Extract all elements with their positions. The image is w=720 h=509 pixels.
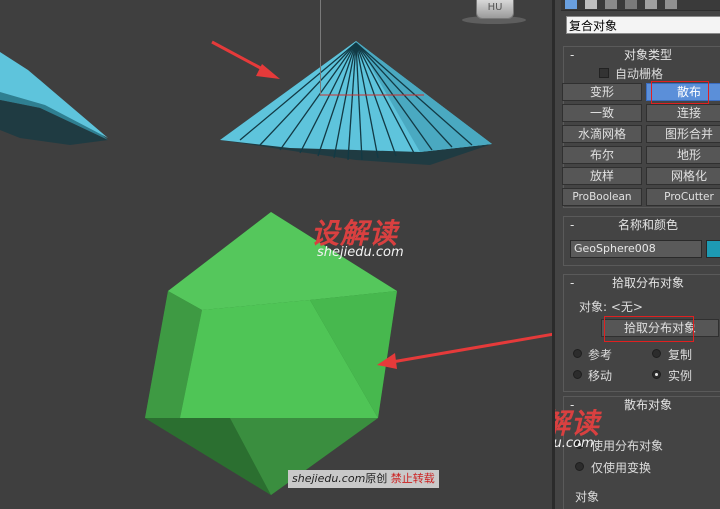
annotation-arrow-top (211, 40, 280, 79)
mesher-button[interactable]: 网格化 (646, 167, 720, 185)
viewport-scene (0, 40, 552, 495)
object-color-swatch[interactable] (706, 240, 720, 258)
modify-tab-icon[interactable] (585, 0, 597, 9)
utilities-tab-icon[interactable] (665, 0, 677, 9)
copyright-site: shejiedu.com (292, 472, 366, 485)
reference-radio[interactable] (573, 349, 582, 358)
transforms-only-label: 仅使用变换 (591, 461, 652, 475)
watermark-url: shejiedu.com (317, 245, 404, 260)
terrain-button[interactable]: 地形 (646, 146, 720, 164)
perspective-viewport[interactable]: HU 设解读 shejiedu.com shejiedu.com原创 禁止转载 (0, 0, 552, 509)
motion-tab-icon[interactable] (625, 0, 637, 9)
move-radio[interactable] (573, 370, 582, 379)
copy-label: 复制 (668, 348, 693, 362)
morph-button[interactable]: 变形 (562, 83, 642, 101)
umbrella-object-left[interactable] (0, 52, 108, 145)
highlight-box-scatter (651, 81, 709, 104)
move-label: 移动 (588, 369, 613, 383)
collapse-icon[interactable]: - (570, 275, 574, 292)
object-type-rollout: - 对象类型 自动栅格 变形 散布 一致 连接 水滴网格 图形合并 布尔 地形 … (562, 46, 720, 208)
command-panel: 复合对象 - 对象类型 自动栅格 变形 散布 一致 连接 水滴网格 图形合并 布… (555, 0, 720, 509)
loft-button[interactable]: 放样 (562, 167, 642, 185)
connect-button[interactable]: 连接 (646, 104, 720, 122)
boolean-button[interactable]: 布尔 (562, 146, 642, 164)
category-dropdown[interactable]: 复合对象 (566, 16, 720, 34)
name-color-title: 名称和颜色 (617, 218, 678, 232)
autogrid-label: 自动栅格 (615, 67, 664, 81)
pick-distribution-title: 拾取分布对象 (611, 276, 684, 290)
proboolean-button[interactable]: ProBoolean (562, 188, 642, 206)
use-distribution-label: 使用分布对象 (591, 439, 664, 453)
hierarchy-tab-icon[interactable] (605, 0, 617, 9)
highlight-box-pick (604, 316, 694, 342)
instance-label: 实例 (668, 369, 693, 383)
blobmesh-button[interactable]: 水滴网格 (562, 125, 642, 143)
collapse-icon[interactable]: - (570, 47, 574, 64)
create-tab-icon[interactable] (565, 0, 577, 9)
transforms-only-radio[interactable] (575, 462, 584, 471)
display-tab-icon[interactable] (645, 0, 657, 9)
object-type-title: 对象类型 (623, 48, 672, 62)
annotation-arrow-right (377, 332, 552, 369)
collapse-icon[interactable]: - (570, 217, 574, 234)
procutter-button[interactable]: ProCutter (646, 188, 720, 206)
conform-button[interactable]: 一致 (562, 104, 642, 122)
name-color-header[interactable]: - 名称和颜色 (564, 217, 720, 234)
instance-radio[interactable] (652, 370, 661, 379)
autogrid-checkbox[interactable] (599, 68, 609, 78)
shapemerge-button[interactable]: 图形合并 (646, 125, 720, 143)
viewport-vertical-gridline (320, 0, 321, 96)
viewcube[interactable]: HU (476, 0, 514, 19)
pick-distribution-header[interactable]: - 拾取分布对象 (564, 275, 720, 292)
copyright-warning: 禁止转载 (390, 472, 435, 485)
objects-group-label: 对象 (575, 490, 600, 504)
watermark-url: shejiedu.com (555, 436, 594, 451)
command-panel-tabs (561, 0, 720, 11)
copyright-original: 原创 (365, 472, 388, 485)
copy-radio[interactable] (652, 349, 661, 358)
umbrella-object-main[interactable] (220, 41, 492, 165)
distribution-object-label: 对象: <无> (579, 300, 643, 314)
copyright-badge: shejiedu.com原创 禁止转载 (288, 470, 439, 488)
scatter-objects-title: 散布对象 (623, 398, 672, 412)
object-type-header[interactable]: - 对象类型 (564, 47, 720, 64)
reference-label: 参考 (588, 348, 613, 362)
object-name-field[interactable]: GeoSphere008 (570, 240, 702, 258)
